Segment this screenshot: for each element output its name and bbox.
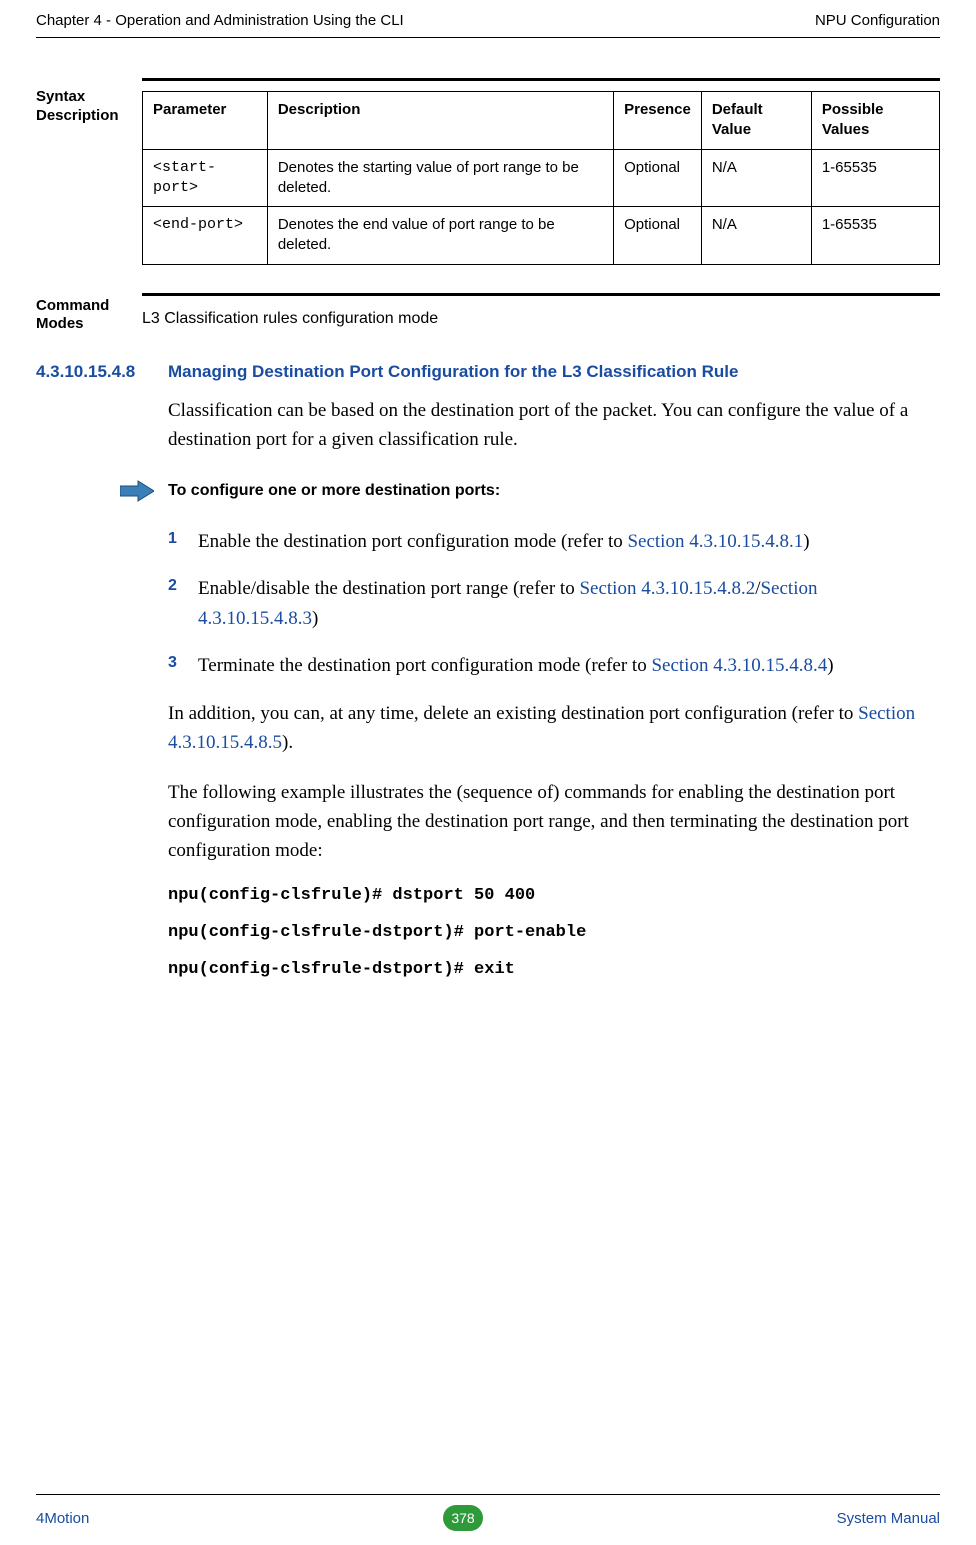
section-title: Managing Destination Port Configuration … [168, 362, 738, 382]
cell-presence: Optional [614, 207, 702, 265]
syntax-top-rule [142, 78, 940, 81]
step-text-after: ) [312, 608, 318, 629]
header-left: Chapter 4 - Operation and Administration… [36, 12, 404, 29]
step-item: 3 Terminate the destination port configu… [168, 651, 940, 680]
step-text: Enable the destination port configuratio… [198, 531, 627, 552]
table-row: <start-port> Denotes the starting value … [143, 149, 940, 207]
col-description: Description [267, 92, 613, 150]
step-text: Terminate the destination port configura… [198, 655, 651, 676]
command-line: npu(config-clsfrule-dstport)# port-enabl… [168, 923, 940, 942]
col-parameter: Parameter [143, 92, 268, 150]
arrow-right-icon [120, 479, 154, 503]
step-number: 3 [168, 651, 177, 676]
cell-parameter: <start-port> [143, 149, 268, 207]
cell-possible: 1-65535 [811, 149, 939, 207]
section-link[interactable]: Section 4.3.10.15.4.8.1 [627, 531, 803, 552]
procedure-title: To configure one or more destination por… [168, 482, 500, 500]
page-footer: 4Motion 378 System Manual [36, 1494, 940, 1531]
section-intro: Classification can be based on the desti… [168, 396, 940, 455]
command-line: npu(config-clsfrule)# dstport 50 400 [168, 886, 940, 905]
table-header-row: Parameter Description Presence Default V… [143, 92, 940, 150]
col-default-value: Default Value [701, 92, 811, 150]
syntax-parameters-table: Parameter Description Presence Default V… [142, 91, 940, 265]
syntax-description-label: Syntax Description [36, 78, 142, 126]
step-item: 2 Enable/disable the destination port ra… [168, 574, 940, 633]
command-modes-top-rule [142, 293, 940, 296]
steps-list: 1 Enable the destination port configurat… [168, 527, 940, 681]
footer-right: System Manual [837, 1510, 940, 1527]
addition-before: In addition, you can, at any time, delet… [168, 703, 858, 724]
command-modes-text: L3 Classification rules configuration mo… [142, 306, 940, 328]
section-number: 4.3.10.15.4.8 [36, 362, 168, 382]
example-intro: The following example illustrates the (s… [168, 778, 940, 866]
col-presence: Presence [614, 92, 702, 150]
section-link[interactable]: Section 4.3.10.15.4.8.4 [651, 655, 827, 676]
section-link[interactable]: Section 4.3.10.15.4.8.2 [579, 578, 755, 599]
cell-default: N/A [701, 207, 811, 265]
command-line: npu(config-clsfrule-dstport)# exit [168, 960, 940, 979]
step-number: 2 [168, 574, 177, 599]
cell-presence: Optional [614, 149, 702, 207]
addition-text: In addition, you can, at any time, delet… [168, 699, 940, 758]
step-text-after: ) [803, 531, 809, 552]
step-number: 1 [168, 527, 177, 552]
header-rule [36, 37, 940, 38]
step-item: 1 Enable the destination port configurat… [168, 527, 940, 556]
footer-rule [36, 1494, 940, 1495]
col-possible-values: Possible Values [811, 92, 939, 150]
cell-parameter: <end-port> [143, 207, 268, 265]
footer-left: 4Motion [36, 1510, 89, 1527]
step-text: Enable/disable the destination port rang… [198, 578, 579, 599]
header-right: NPU Configuration [815, 12, 940, 29]
addition-after: ). [282, 732, 293, 753]
page-number-badge: 378 [443, 1505, 483, 1531]
cell-description: Denotes the starting value of port range… [267, 149, 613, 207]
table-row: <end-port> Denotes the end value of port… [143, 207, 940, 265]
cell-description: Denotes the end value of port range to b… [267, 207, 613, 265]
cell-possible: 1-65535 [811, 207, 939, 265]
step-text-after: ) [827, 655, 833, 676]
cell-default: N/A [701, 149, 811, 207]
command-modes-label: Command Modes [36, 293, 142, 335]
